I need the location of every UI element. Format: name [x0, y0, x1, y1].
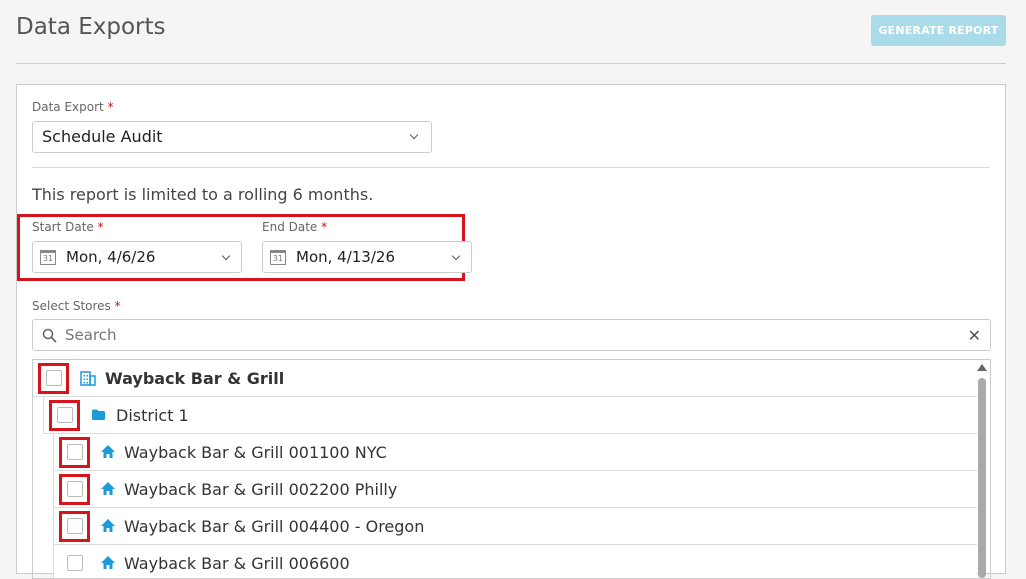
scrollbar-thumb[interactable]	[978, 378, 986, 578]
clear-search-icon[interactable]: ✕	[968, 326, 981, 345]
chevron-down-icon	[409, 130, 419, 140]
header-divider	[16, 63, 1006, 64]
data-export-select[interactable]: Schedule Audit	[32, 121, 432, 153]
calendar-icon: 31	[270, 250, 286, 265]
page-title: Data Exports	[16, 14, 166, 40]
store-checkbox-highlight	[59, 474, 90, 505]
end-date-label: End Date *	[262, 220, 328, 234]
district-name: District 1	[116, 406, 189, 425]
tree-row-store[interactable]: Wayback Bar & Grill 006600	[53, 545, 977, 578]
tree-row-org[interactable]: Wayback Bar & Grill	[33, 360, 977, 397]
data-export-label: Data Export *	[32, 100, 114, 114]
store-checkbox-highlight	[59, 511, 90, 542]
store-name: Wayback Bar & Grill 006600	[124, 554, 350, 573]
start-date-label: Start Date *	[32, 220, 104, 234]
start-date-picker[interactable]: 31 Mon, 4/6/26	[32, 241, 242, 273]
district-checkbox-highlight	[49, 400, 80, 431]
tree-row-district[interactable]: District 1	[43, 397, 977, 434]
generate-report-button[interactable]: GENERATE REPORT	[871, 15, 1006, 46]
start-date-value: Mon, 4/6/26	[66, 248, 156, 266]
tree-row-store[interactable]: Wayback Bar & Grill 002200 Philly	[53, 471, 977, 508]
store-search-box[interactable]: ✕	[32, 319, 991, 351]
home-icon	[101, 519, 115, 532]
home-icon	[101, 445, 115, 458]
org-checkbox-highlight	[38, 363, 69, 394]
limit-note: This report is limited to a rolling 6 mo…	[32, 185, 374, 204]
tree-scrollbar[interactable]	[976, 362, 988, 578]
scroll-up-icon[interactable]	[977, 364, 987, 371]
chevron-down-icon	[221, 251, 231, 261]
store-checkbox-highlight	[59, 437, 90, 468]
home-icon	[101, 482, 115, 495]
folder-icon	[92, 409, 105, 420]
tree-row-store[interactable]: Wayback Bar & Grill 001100 NYC	[53, 434, 977, 471]
store-checkbox[interactable]	[67, 555, 83, 571]
home-icon	[101, 556, 115, 569]
end-date-value: Mon, 4/13/26	[296, 248, 395, 266]
search-input[interactable]	[65, 326, 945, 344]
chevron-down-icon	[451, 251, 461, 261]
store-tree: Wayback Bar & Grill District 1 Wayback B…	[32, 359, 991, 579]
building-icon	[80, 371, 96, 386]
store-name: Wayback Bar & Grill 002200 Philly	[124, 480, 398, 499]
data-export-value: Schedule Audit	[42, 127, 163, 146]
select-stores-label: Select Stores *	[32, 299, 121, 313]
end-date-picker[interactable]: 31 Mon, 4/13/26	[262, 241, 472, 273]
store-name: Wayback Bar & Grill 004400 - Oregon	[124, 517, 425, 536]
export-form-panel: Data Export * Schedule Audit This report…	[16, 84, 1006, 579]
form-divider	[32, 167, 990, 168]
tree-row-store[interactable]: Wayback Bar & Grill 004400 - Oregon	[53, 508, 977, 545]
search-icon	[42, 328, 57, 343]
calendar-icon: 31	[40, 250, 56, 265]
store-name: Wayback Bar & Grill 001100 NYC	[124, 443, 387, 462]
org-name: Wayback Bar & Grill	[105, 369, 285, 388]
